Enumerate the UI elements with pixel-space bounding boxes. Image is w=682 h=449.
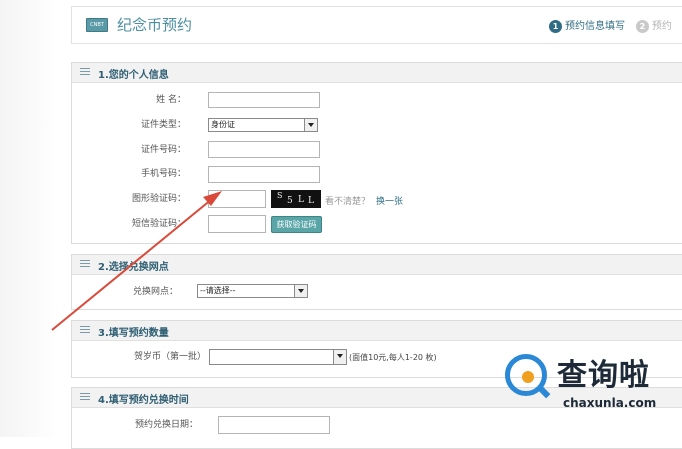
page: CNBT 纪念币预约 1 预约信息填写 2 预约 1.您的个人信息 姓 名： 证件类… xyxy=(0,0,682,449)
brand-logo-icon xyxy=(505,354,551,399)
watermark: 查询啦 chaxunla.com xyxy=(505,350,682,420)
watermark-url: chaxunla.com xyxy=(563,396,657,410)
watermark-brand: 查询啦 xyxy=(557,358,650,393)
